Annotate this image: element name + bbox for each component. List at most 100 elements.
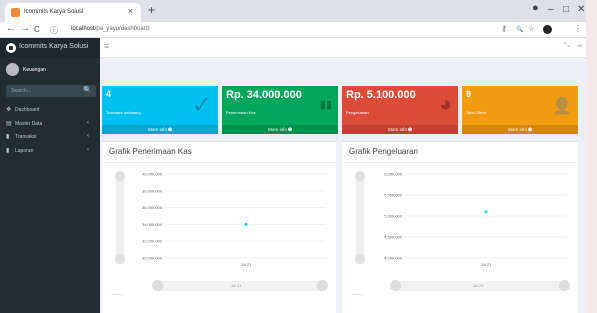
y-tick-label: 38,000,000 [142, 188, 163, 193]
info-box-pengeluaran: Rp. 5.100.000 Pengeluaran ◕ More info ➊ [342, 86, 458, 134]
address-bar: ← → C ⓘ localhost/pa_yayu/dashboard ⚷ 🔍 … [0, 22, 586, 38]
share-icon[interactable]: ⇥ [576, 42, 582, 50]
slider-handle[interactable] [152, 280, 163, 291]
chart-card-pengeluaran: Grafik Pengeluaran 6,000,000 5,500,000 5,0… [342, 141, 578, 313]
minimize-button[interactable]: – [548, 4, 554, 15]
y-tick-label: 5,500,000 [384, 193, 403, 198]
logo-icon [6, 43, 16, 53]
info-box-caption: Pengeluaran [346, 110, 369, 115]
brand-name: Icommits Karya Solusi [19, 43, 89, 50]
search-icon[interactable]: 🔍 [83, 86, 92, 94]
tab-title: Icommits Karya Solusi [24, 9, 84, 15]
info-box-value: 9 [466, 89, 472, 99]
y-tick-label: 4,000,000 [384, 256, 403, 261]
info-box-value: Rp. 34.000.000 [226, 89, 302, 101]
reload-button[interactable]: C [34, 25, 40, 34]
info-box-value: 4 [106, 89, 112, 99]
chart-title: Grafik Pengeluaran [349, 147, 418, 156]
chart-card-penerimaan: Grafik Penerimaan Kas 40,000,000 38,000,0… [102, 141, 336, 313]
card-divider [342, 162, 578, 163]
info-box-transaksi: 4 Transaksi sekarang ✓ More info ➊ [102, 86, 218, 134]
chart-plot-penerimaan: 40,000,000 38,000,000 36,000,000 34,000,000… [142, 172, 326, 267]
more-info-link[interactable]: More info ➊ [462, 125, 578, 134]
pie-chart-icon: ◕ [438, 91, 452, 116]
sidebar-item-master-data[interactable]: ▤ Master Data ‹ [0, 117, 100, 131]
maximize-button[interactable]: □ [563, 4, 569, 15]
chevron-left-icon: ‹ [87, 120, 89, 126]
right-margin [586, 0, 597, 313]
y-tick-label: 32,000,000 [142, 239, 163, 244]
chevron-left-icon: ‹ [87, 133, 89, 139]
sidebar-item-transaksi[interactable]: ▮ Transaksi ‹ [0, 130, 100, 144]
file-icon: ▮ [6, 148, 10, 154]
tab-bar: Icommits Karya Solusi × + ● – □ ✕ [0, 0, 586, 22]
top-navbar: ≡ ⤡ ⇥ [100, 38, 586, 58]
x-tick-label: Jul 21 [481, 262, 492, 267]
database-icon: ▤ [6, 121, 12, 127]
info-box-penerimaan: Rp. 34.000.000 Penerimaan Kas ▮▮ More in… [222, 86, 338, 134]
tab-close-icon[interactable]: × [128, 6, 133, 16]
profile-icon[interactable]: ● [532, 2, 539, 14]
expand-icon[interactable]: ⤡ [564, 42, 570, 50]
slider-handle[interactable] [390, 280, 401, 291]
user-add-icon: 👤 [552, 98, 572, 115]
url-path: /pa_yayu/dashboard [94, 26, 150, 32]
y-tick-label: 4,500,000 [384, 235, 403, 240]
navigator-label: Jul 21 [231, 283, 242, 288]
forward-button[interactable]: → [20, 23, 30, 34]
x-tick-label: Jul 21 [241, 262, 252, 267]
dashboard-icon: ❖ [6, 107, 12, 113]
more-info-link[interactable]: More info ➊ [222, 125, 338, 134]
y-tick-label: 36,000,000 [142, 205, 163, 210]
browser-tab[interactable]: Icommits Karya Solusi × [5, 3, 141, 22]
check-icon: ✓ [191, 92, 212, 119]
info-box-caption: Transaksi sekarang [106, 110, 141, 115]
data-point[interactable] [244, 222, 248, 226]
y-tick-label: 6,000,000 [384, 172, 403, 177]
sidebar-item-label: Dashboard [15, 107, 40, 113]
y-tick-label: 30,000,000 [142, 256, 163, 261]
sidebar-item-dashboard[interactable]: ❖ Dashboard [0, 103, 100, 117]
sidebar-item-label: Transaksi [15, 134, 37, 140]
sidebar-item-label: Laporan [15, 148, 34, 154]
close-window-button[interactable]: ✕ [577, 4, 585, 15]
y-tick-label: 40,000,000 [142, 172, 163, 177]
url-host: localhost [71, 26, 95, 32]
slider-handle[interactable] [559, 280, 570, 291]
more-info-link[interactable]: More info ➊ [342, 125, 458, 134]
hamburger-menu-icon[interactable]: ≡ [104, 41, 109, 51]
key-icon[interactable]: ⚷ [501, 24, 507, 33]
sidebar-search[interactable]: Search... 🔍 [6, 85, 96, 97]
sidebar: Icommits Karya Solusi Keuangan Search...… [0, 38, 100, 313]
star-icon[interactable]: ☆ [528, 24, 535, 33]
data-point[interactable] [484, 210, 488, 214]
sidebar-item-laporan[interactable]: ▮ Laporan ‹ [0, 144, 100, 158]
navigator-sparkline [110, 294, 124, 297]
card-divider [102, 162, 336, 163]
y-tick-label: 5,000,000 [384, 214, 403, 219]
navigator-label: Jul 21 [473, 283, 484, 288]
sidebar-item-label: Master Data [15, 121, 43, 127]
favicon-icon [11, 8, 20, 17]
zoom-icon[interactable]: 🔍 [516, 26, 523, 33]
info-box-client: 9 Total Client 👤 More info ➊ [462, 86, 578, 134]
brand-header[interactable]: Icommits Karya Solusi [0, 38, 100, 58]
bar-chart-icon: ▮▮ [319, 99, 332, 111]
info-box-caption: Total Client [466, 110, 486, 115]
slider-handle[interactable] [317, 280, 328, 291]
new-tab-button[interactable]: + [148, 3, 155, 17]
back-button[interactable]: ← [6, 23, 16, 34]
chevron-left-icon: ‹ [87, 147, 89, 153]
more-info-link[interactable]: More info ➊ [102, 125, 218, 134]
file-icon: ▮ [6, 134, 10, 140]
info-box-value: Rp. 5.100.000 [346, 89, 416, 101]
avatar [6, 63, 19, 76]
info-box-caption: Penerimaan Kas [226, 110, 256, 115]
url-field[interactable]: localhost/pa_yayu/dashboard [71, 26, 149, 32]
chart-title: Grafik Penerimaan Kas [109, 147, 192, 156]
search-input[interactable]: Search... [11, 88, 31, 94]
browser-menu-icon[interactable]: ⋮ [574, 24, 582, 33]
user-name: Keuangan [23, 67, 46, 73]
account-avatar[interactable] [543, 25, 552, 34]
site-info-icon[interactable]: ⓘ [50, 25, 58, 36]
